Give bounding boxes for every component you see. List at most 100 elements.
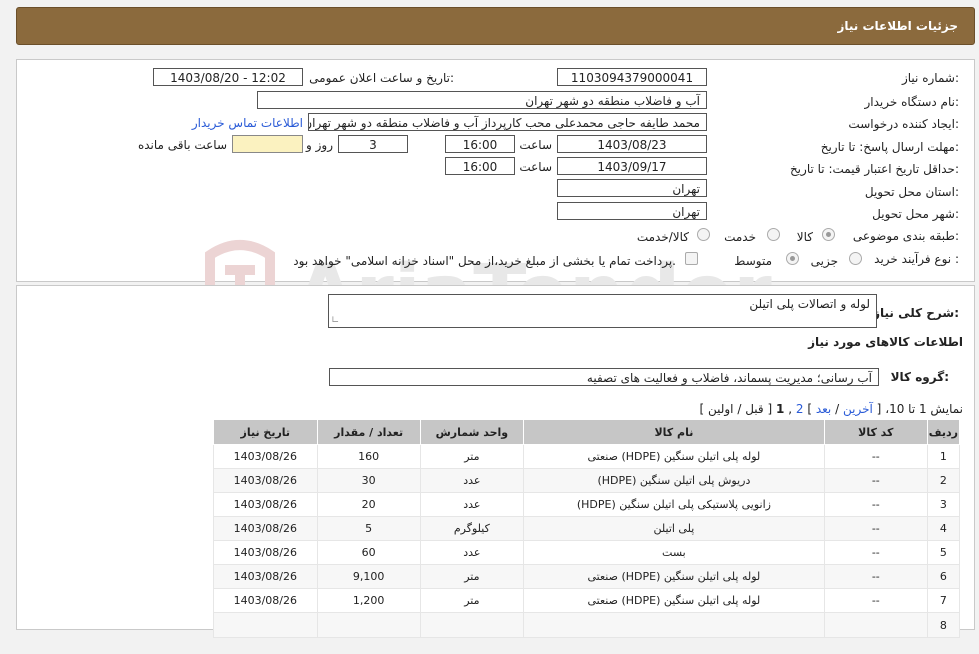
- cell-quantity: 5: [316, 516, 421, 541]
- cell-need-date: 1403/08/26: [213, 588, 318, 613]
- pagination: نمایش 1 تا 10، [ آخرین / بعد ] 2 , 1 [ ق…: [699, 402, 963, 416]
- table-row[interactable]: 4 -- پلی اتیلن کیلوگرم 5 1403/08/26: [213, 516, 961, 541]
- process-minor-radio[interactable]: [849, 252, 862, 265]
- cell-need-date: 1403/08/26: [213, 444, 318, 469]
- cell-unit: [419, 612, 525, 638]
- validity-date-field: 1403/09/17: [557, 157, 707, 175]
- pagination-next-link[interactable]: بعد: [816, 402, 831, 416]
- cell-quantity: 1,200: [316, 588, 421, 613]
- remaining-label: ساعت باقی مانده: [137, 138, 227, 152]
- city-label: شهر محل تحویل:: [872, 207, 959, 221]
- cell-unit: کیلوگرم: [419, 516, 525, 541]
- pagination-prev: قبل: [745, 402, 764, 416]
- cell-item-name: لوله پلی اتیلن سنگین (HDPE) صنعتی: [523, 444, 825, 469]
- cell-need-date: 1403/08/26: [213, 468, 318, 493]
- process-medium-label: متوسط: [734, 254, 772, 268]
- pagination-page-1: 1: [776, 402, 785, 416]
- need-number-field: 1103094379000041: [557, 68, 707, 86]
- pagination-bracket-open: [: [876, 402, 882, 416]
- col-header-unit[interactable]: واحد شمارش: [419, 419, 525, 445]
- announce-field: 1403/08/20 - 12:02: [153, 68, 303, 86]
- category-both-radio[interactable]: [697, 228, 710, 241]
- pagination-showing: نمایش 1 تا 10،: [885, 402, 963, 416]
- table-row[interactable]: 8: [213, 612, 961, 638]
- deadline-date-field: 1403/08/23: [557, 135, 707, 153]
- goods-group-label: گروه کالا:: [890, 370, 949, 384]
- page-header: جزئیات اطلاعات نیاز: [16, 7, 975, 45]
- cell-unit: عدد: [419, 468, 525, 493]
- city-field: تهران: [557, 202, 707, 220]
- cell-item-name: لوله پلی اتیلن سنگین (HDPE) صنعتی: [523, 564, 825, 589]
- cell-unit: متر: [419, 444, 525, 469]
- resize-handle-icon[interactable]: ∟: [331, 315, 339, 326]
- announce-label: تاریخ و ساعت اعلان عمومی:: [309, 71, 454, 85]
- treasury-payment-checkbox[interactable]: [685, 252, 698, 265]
- province-field: تهران: [557, 179, 707, 197]
- cell-row-number: 1: [926, 444, 961, 469]
- general-desc-text: لوله و اتصالات پلی اتیلن: [749, 297, 870, 311]
- cell-need-date: 1403/08/26: [213, 492, 318, 517]
- cell-item-name: دریوش پلی اتیلن سنگین (HDPE): [523, 468, 825, 493]
- cell-row-number: 2: [926, 468, 961, 493]
- validity-label: حداقل تاریخ اعتبار قیمت: تا تاریخ:: [789, 162, 959, 176]
- cell-quantity: 60: [316, 540, 421, 565]
- cell-item-code: --: [823, 468, 928, 493]
- cell-need-date: 1403/08/26: [213, 540, 318, 565]
- cell-item-name: زانویی پلاستیکی پلی اتیلن سنگین (HDPE): [523, 492, 825, 517]
- category-goods-radio[interactable]: [822, 228, 835, 241]
- pagination-first: اولین: [707, 402, 734, 416]
- process-minor-label: جزیی: [810, 254, 838, 268]
- process-medium-radio[interactable]: [786, 252, 799, 265]
- province-label: استان محل تحویل:: [864, 185, 959, 199]
- validity-time-label: ساعت: [519, 160, 552, 174]
- cell-row-number: 4: [926, 516, 961, 541]
- table-row[interactable]: 1 -- لوله پلی اتیلن سنگین (HDPE) صنعتی متر 1…: [213, 444, 961, 469]
- cell-quantity: 160: [316, 444, 421, 469]
- table-row[interactable]: 5 -- بست عدد 60 1403/08/26: [213, 540, 961, 565]
- requester-label: ایجاد کننده درخواست:: [848, 117, 959, 131]
- general-desc-field: لوله و اتصالات پلی اتیلن ∟: [328, 294, 877, 328]
- goods-table: ردیف کد کالا نام کالا واحد شمارش تعداد /…: [213, 419, 961, 638]
- buyer-org-field: آب و فاضلاب منطقه دو شهر تهران: [257, 91, 707, 109]
- cell-item-code: --: [823, 540, 928, 565]
- col-header-row-no[interactable]: ردیف: [926, 419, 961, 445]
- cell-quantity: 9,100: [316, 564, 421, 589]
- cell-item-code: [823, 612, 928, 638]
- pagination-last-link[interactable]: آخرین: [843, 402, 873, 416]
- deadline-time-label: ساعت: [519, 138, 552, 152]
- cell-row-number: 5: [926, 540, 961, 565]
- cell-unit: عدد: [419, 492, 525, 517]
- table-row[interactable]: 3 -- زانویی پلاستیکی پلی اتیلن سنگین (HDPE…: [213, 492, 961, 517]
- cell-item-name: لوله پلی اتیلن سنگین (HDPE) صنعتی: [523, 588, 825, 613]
- cell-unit: عدد: [419, 540, 525, 565]
- cell-row-number: 3: [926, 492, 961, 517]
- pagination-page-2[interactable]: 2: [796, 402, 804, 416]
- cell-item-name: بست: [523, 540, 825, 565]
- cell-row-number: 8: [926, 612, 961, 638]
- category-service-radio[interactable]: [767, 228, 780, 241]
- col-header-qty[interactable]: تعداد / مقدار: [316, 419, 421, 445]
- cell-need-date: [213, 612, 318, 638]
- cell-unit: متر: [419, 588, 525, 613]
- deadline-time-field: 16:00: [445, 135, 515, 153]
- goods-info-title: اطلاعات کالاهای مورد نیاز: [808, 335, 963, 349]
- cell-item-code: --: [823, 588, 928, 613]
- cell-row-number: 7: [926, 588, 961, 613]
- contact-buyer-link[interactable]: اطلاعات تماس خریدار: [192, 116, 303, 130]
- col-header-name[interactable]: نام کالا: [523, 419, 825, 445]
- table-row[interactable]: 2 -- دریوش پلی اتیلن سنگین (HDPE) عدد 30 1403…: [213, 468, 961, 493]
- cell-quantity: 20: [316, 492, 421, 517]
- category-goods-label: کالا: [796, 230, 813, 244]
- cell-row-number: 6: [926, 564, 961, 589]
- validity-time-field: 16:00: [445, 157, 515, 175]
- treasury-payment-note: پرداخت تمام یا بخشی از مبلغ خرید،از محل …: [293, 254, 676, 268]
- days-field: 3: [338, 135, 408, 153]
- remaining-hours-field: [232, 135, 303, 153]
- table-row[interactable]: 6 -- لوله پلی اتیلن سنگین (HDPE) صنعتی متر 9…: [213, 564, 961, 589]
- cell-item-name: [523, 612, 825, 638]
- table-header-row: ردیف کد کالا نام کالا واحد شمارش تعداد /…: [213, 419, 961, 445]
- col-header-date[interactable]: تاریخ نیاز: [213, 419, 318, 445]
- col-header-code[interactable]: کد کالا: [823, 419, 928, 445]
- table-row[interactable]: 7 -- لوله پلی اتیلن سنگین (HDPE) صنعتی متر 1…: [213, 588, 961, 613]
- cell-item-name: پلی اتیلن: [523, 516, 825, 541]
